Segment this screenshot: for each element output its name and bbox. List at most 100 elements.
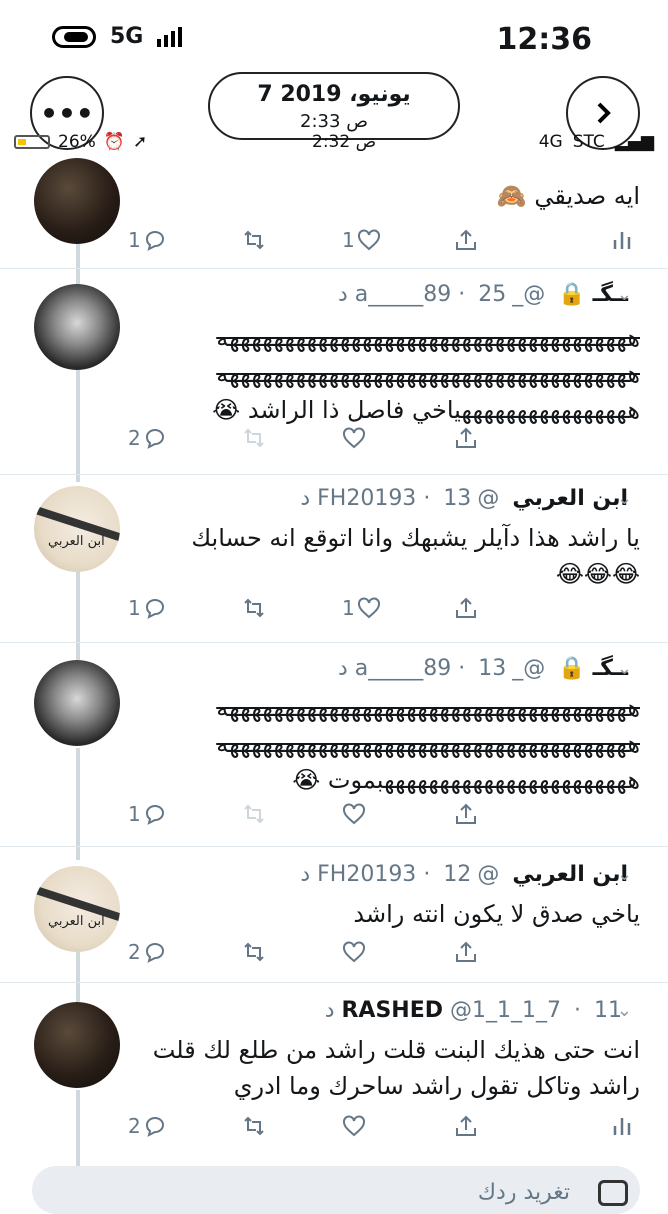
- like-button[interactable]: [342, 802, 366, 826]
- retweet-icon: [244, 1116, 264, 1136]
- reply-composer[interactable]: تغريد ردك: [32, 1166, 640, 1214]
- share-icon: [456, 941, 476, 962]
- date-label: 7 يونيو، 2019: [257, 82, 411, 107]
- inner-status-bar: 26% ⏰ ➚ 2:32 ص 4G STC ▂▄▆: [0, 132, 668, 158]
- time-label: 2:33 ص: [300, 111, 368, 132]
- share-button[interactable]: [454, 228, 478, 252]
- reply-icon: [145, 1117, 164, 1137]
- divider: [0, 268, 668, 269]
- heart-icon: [343, 427, 365, 449]
- avatar[interactable]: [34, 866, 120, 952]
- thread-line: [76, 1090, 80, 1170]
- date-pill: 7 يونيو، 2019 2:33 ص: [208, 72, 460, 140]
- retweet-button[interactable]: [242, 596, 266, 620]
- chevron-down-icon[interactable]: ⌄: [617, 658, 632, 679]
- like-button[interactable]: [342, 940, 366, 964]
- display-name: RASHED: [341, 998, 443, 1023]
- stats-icon: [613, 1118, 631, 1135]
- reply-placeholder: تغريد ردك: [477, 1180, 570, 1205]
- divider: [0, 642, 668, 643]
- avatar[interactable]: [34, 660, 120, 746]
- reply-button[interactable]: 2: [128, 1114, 167, 1138]
- heart-icon: [343, 1115, 365, 1137]
- chevron-down-icon[interactable]: ⌄: [617, 1000, 632, 1021]
- heart-icon: [343, 941, 365, 963]
- retweet-button[interactable]: [242, 228, 266, 252]
- inner-time: 2:32 ص: [312, 132, 377, 152]
- retweet-icon: [244, 598, 264, 618]
- reply-button[interactable]: 2: [128, 940, 167, 964]
- lock-icon: 🔒: [558, 656, 586, 681]
- share-icon: [456, 427, 476, 448]
- gif-icon[interactable]: [598, 1180, 628, 1206]
- like-button[interactable]: 1: [342, 228, 381, 252]
- like-count: 1: [342, 228, 355, 252]
- handle: @FH20193: [317, 862, 500, 887]
- reply-count: 1: [128, 596, 141, 620]
- avatar[interactable]: [34, 284, 120, 370]
- share-button[interactable]: [454, 1114, 478, 1138]
- battery-icon: [14, 135, 50, 149]
- retweet-button[interactable]: [242, 940, 266, 964]
- clock: 12:36: [496, 22, 593, 57]
- status-bar: 5G 12:36: [0, 0, 668, 78]
- tweet-text-line: راشد وتاكل تقول راشد ساحرك وما ادري: [233, 1072, 640, 1100]
- handle: @_a_____89: [354, 282, 546, 307]
- ellipsis-icon: •••: [40, 96, 94, 130]
- chevron-down-icon[interactable]: ⌄: [617, 284, 632, 305]
- signal-icon: [157, 26, 183, 47]
- heart-icon: [357, 229, 380, 251]
- like-button[interactable]: [342, 1114, 366, 1138]
- battery-label: 26%: [58, 132, 96, 152]
- like-button[interactable]: [342, 426, 366, 450]
- signal-icon: ▂▄▆: [614, 132, 654, 152]
- thread-line: [76, 952, 80, 1002]
- share-button[interactable]: [454, 802, 478, 826]
- tweet-text-line: هههههههههههههههههههههههههههههههههههههه: [216, 360, 640, 388]
- share-button[interactable]: [454, 596, 478, 620]
- analytics-button[interactable]: [610, 228, 634, 252]
- tweet-text-line: هههههههههههههههههههههههبموت 😭: [292, 766, 640, 794]
- reply-icon: [145, 943, 164, 963]
- avatar[interactable]: [34, 486, 120, 572]
- analytics-button[interactable]: [610, 1114, 634, 1138]
- reply-count: 2: [128, 940, 141, 964]
- tweet-text-line: هههههههههههههههههههههههههههههههههههههه: [216, 324, 640, 352]
- reply-button[interactable]: 1: [128, 802, 167, 826]
- chevron-right-icon: [597, 102, 611, 124]
- reply-count: 1: [128, 802, 141, 826]
- location-icon: ➚: [132, 132, 148, 152]
- toggle-icon: [52, 25, 96, 48]
- avatar[interactable]: [34, 1002, 120, 1088]
- carrier-label: STC: [572, 132, 605, 152]
- chevron-down-icon[interactable]: ⌄: [617, 488, 632, 509]
- stats-icon: [613, 232, 631, 249]
- chevron-down-icon[interactable]: ⌄: [617, 864, 632, 885]
- avatar[interactable]: [34, 158, 120, 244]
- retweet-button[interactable]: [242, 1114, 266, 1138]
- share-button[interactable]: [454, 940, 478, 964]
- alarm-icon: ⏰: [103, 132, 125, 152]
- share-icon: [456, 1115, 476, 1136]
- reply-button[interactable]: 1: [128, 228, 167, 252]
- tweet-text-line: انت حتى هذيك البنت قلت راشد من طلع لك قل…: [152, 1036, 640, 1064]
- share-button[interactable]: [454, 426, 478, 450]
- retweet-button[interactable]: [242, 802, 266, 826]
- heart-icon: [357, 597, 380, 619]
- retweet-icon: [244, 942, 264, 962]
- reply-icon: [145, 805, 164, 825]
- reply-button[interactable]: 2: [128, 426, 167, 450]
- retweet-icon: [244, 804, 264, 824]
- heart-icon: [343, 803, 365, 825]
- reply-button[interactable]: 1: [128, 596, 167, 620]
- retweet-button[interactable]: [242, 426, 266, 450]
- like-button[interactable]: 1: [342, 596, 381, 620]
- handle: @FH20193: [317, 486, 500, 511]
- tweet-text-line: ههههههههههههههههياخي فاصل ذا الراشد 😭: [212, 396, 640, 424]
- network-label: 5G: [110, 24, 144, 49]
- tweet-text: ايه صديقي 🙈: [496, 182, 640, 210]
- tweet-text: ياخي صدق لا يكون انته راشد: [353, 900, 640, 928]
- thread-line: [76, 370, 80, 482]
- tweet-text-line: هههههههههههههههههههههههههههههههههههههه: [216, 694, 640, 722]
- reply-icon: [145, 231, 164, 251]
